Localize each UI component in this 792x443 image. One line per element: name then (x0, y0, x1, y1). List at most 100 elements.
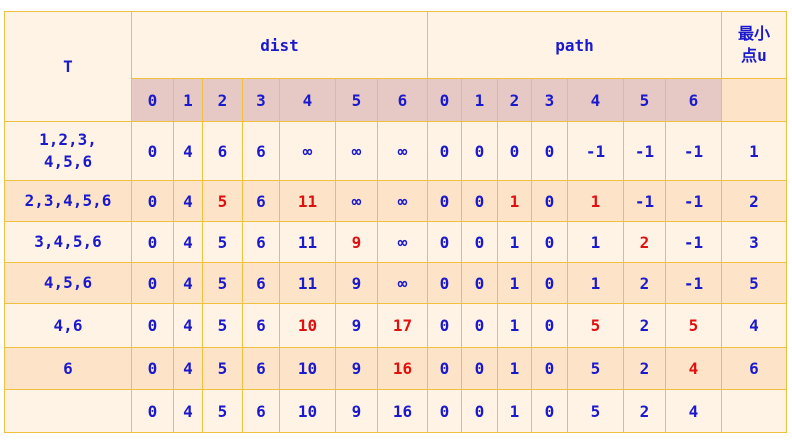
path-cell-2: 1 (497, 389, 532, 433)
dist-cell-0: 0 (131, 180, 174, 222)
t-cell: 6 (4, 347, 132, 390)
dist-cell-3: 6 (242, 262, 280, 304)
path-index-4: 4 (567, 78, 624, 122)
min-u-cell: 6 (721, 347, 787, 390)
t-cell-line: 4,5,6 (43, 152, 93, 171)
path-cell-6: 5 (665, 303, 722, 348)
path-cell-1: 0 (461, 262, 498, 304)
path-cell-1: 0 (461, 389, 498, 433)
dist-cell-1: 4 (173, 221, 203, 263)
dist-cell-2: 5 (202, 221, 243, 263)
path-cell-1: 0 (461, 221, 498, 263)
path-cell-5: 2 (623, 303, 666, 348)
dist-cell-4: 10 (279, 303, 336, 348)
dist-cell-4: 10 (279, 347, 336, 390)
path-cell-4: 5 (567, 303, 624, 348)
path-cell-0: 0 (427, 262, 462, 304)
dist-cell-2: 5 (202, 389, 243, 433)
dist-cell-5: 9 (335, 303, 378, 348)
path-cell-0: 0 (427, 347, 462, 390)
path-cell-0: 0 (427, 303, 462, 348)
dist-cell-6: 17 (377, 303, 428, 348)
path-cell-3: 0 (531, 389, 568, 433)
dist-cell-5: 9 (335, 389, 378, 433)
dist-cell-3: 6 (242, 180, 280, 222)
dist-index-2: 2 (202, 78, 243, 122)
dist-cell-1: 4 (173, 180, 203, 222)
dist-cell-1: 4 (173, 121, 203, 181)
dist-cell-6: ∞ (377, 221, 428, 263)
path-cell-3: 0 (531, 347, 568, 390)
min-u-cell: 4 (721, 303, 787, 348)
dist-cell-2: 6 (202, 121, 243, 181)
dist-cell-5: ∞ (335, 180, 378, 222)
min-u-header: 最小点u (721, 11, 787, 79)
t-cell-line: 3,4,5,6 (34, 232, 102, 251)
dist-cell-2: 5 (202, 303, 243, 348)
dist-cell-6: 16 (377, 389, 428, 433)
path-cell-5: 2 (623, 389, 666, 433)
dist-cell-5: 9 (335, 347, 378, 390)
path-index-2: 2 (497, 78, 532, 122)
dist-cell-3: 6 (242, 221, 280, 263)
dist-cell-6: ∞ (377, 180, 428, 222)
dist-cell-5: 9 (335, 221, 378, 263)
table-row: 4,5,6 0 4 5 6 11 9 ∞ 0 0 1 0 1 2 -1 5 (4, 262, 787, 304)
min-u-cell: 1 (721, 121, 787, 181)
path-cell-0: 0 (427, 180, 462, 222)
path-cell-6: 4 (665, 389, 722, 433)
path-cell-5: 2 (623, 221, 666, 263)
min-u-cell: 3 (721, 221, 787, 263)
path-cell-1: 0 (461, 347, 498, 390)
path-index-0: 0 (427, 78, 462, 122)
path-cell-6: -1 (665, 121, 722, 181)
path-cell-1: 0 (461, 303, 498, 348)
min-u-cell (721, 389, 787, 433)
dist-cell-4: 10 (279, 389, 336, 433)
path-cell-0: 0 (427, 389, 462, 433)
dist-cell-4: 11 (279, 180, 336, 222)
table-row: 4,6 0 4 5 6 10 9 17 0 0 1 0 5 2 5 4 (4, 303, 787, 348)
path-cell-2: 1 (497, 262, 532, 304)
dist-cell-1: 4 (173, 389, 203, 433)
dist-cell-3: 6 (242, 121, 280, 181)
header-row: T dist path 最小点u (4, 11, 787, 122)
dist-cell-2: 5 (202, 180, 243, 222)
path-index-6: 6 (665, 78, 722, 122)
path-cell-4: 1 (567, 180, 624, 222)
path-cell-3: 0 (531, 221, 568, 263)
t-cell: 4,5,6 (4, 262, 132, 304)
dist-cell-5: 9 (335, 262, 378, 304)
path-cell-2: 1 (497, 303, 532, 348)
path-cell-4: 1 (567, 262, 624, 304)
path-cell-3: 0 (531, 303, 568, 348)
path-cell-2: 1 (497, 221, 532, 263)
dist-cell-0: 0 (131, 303, 174, 348)
t-cell-line: 6 (63, 358, 73, 378)
t-cell-line: 1,2,3, (39, 130, 97, 149)
dist-index-5: 5 (335, 78, 378, 122)
dist-cell-4: ∞ (279, 121, 336, 181)
path-cell-5: 2 (623, 262, 666, 304)
dist-cell-2: 5 (202, 262, 243, 304)
t-cell: 2,3,4,5,6 (4, 180, 132, 222)
path-cell-3: 0 (531, 121, 568, 181)
path-index-3: 3 (531, 78, 568, 122)
table-row: 3,4,5,6 0 4 5 6 11 9 ∞ 0 0 1 0 1 2 -1 3 (4, 221, 787, 263)
path-cell-6: -1 (665, 221, 722, 263)
dist-cell-2: 5 (202, 347, 243, 390)
dist-cell-0: 0 (131, 262, 174, 304)
dist-cell-3: 6 (242, 389, 280, 433)
dist-cell-6: ∞ (377, 262, 428, 304)
path-cell-3: 0 (531, 262, 568, 304)
dist-cell-4: 11 (279, 221, 336, 263)
path-cell-6: -1 (665, 180, 722, 222)
t-cell-line: 2,3,4,5,6 (24, 191, 112, 210)
dist-cell-6: ∞ (377, 121, 428, 181)
path-cell-5: -1 (623, 121, 666, 181)
dist-cell-3: 6 (242, 347, 280, 390)
path-cell-2: 1 (497, 347, 532, 390)
t-cell: 4,6 (4, 303, 132, 348)
t-cell-line: 4,5,6 (43, 273, 93, 292)
dist-cell-0: 0 (131, 389, 174, 433)
